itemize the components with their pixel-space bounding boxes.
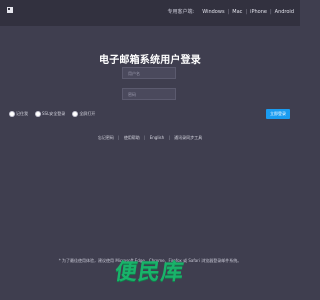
radio-icon[interactable] (10, 112, 14, 116)
client-mac-link[interactable]: Mac (232, 9, 242, 15)
fullscreen-label: 全屏打开 (79, 111, 96, 116)
contacts-sync-link[interactable]: 通讯录同步工具 (174, 135, 202, 140)
login-button[interactable]: 立即登录 (266, 109, 290, 119)
radio-icon[interactable] (73, 112, 78, 116)
client-windows-link[interactable]: Windows (202, 9, 224, 15)
clients-label: 专用客户端: (167, 9, 195, 15)
ssl-login-option[interactable]: SSL安全登录 (36, 111, 65, 117)
top-bar: 专用客户端: Windows | Mac | iPhone | Android (0, 0, 300, 26)
help-link[interactable]: 使用帮助 (124, 135, 140, 140)
fullscreen-option[interactable]: 全屏打开 (73, 111, 95, 117)
watermark-text: 便民库 (113, 260, 187, 285)
password-input[interactable] (122, 88, 176, 100)
username-input[interactable] (122, 67, 176, 79)
client-downloads: 专用客户端: Windows | Mac | iPhone | Android (167, 8, 294, 16)
ssl-login-label: SSL安全登录 (42, 111, 66, 116)
page-title: 电子邮箱系统用户登录 (99, 55, 201, 66)
client-android-link[interactable]: Android (275, 9, 294, 15)
forgot-password-link[interactable]: 忘记密码 (98, 135, 114, 140)
remember-me-label: 记住我 (16, 111, 28, 116)
client-iphone-link[interactable]: iPhone (250, 9, 267, 15)
radio-icon[interactable] (36, 112, 40, 116)
login-options: 记住我 SSL安全登录 全屏打开 (10, 111, 95, 117)
remember-me-option[interactable]: 记住我 (10, 111, 28, 117)
logo-icon (7, 7, 13, 13)
english-link[interactable]: English (150, 135, 164, 140)
watermark-logo: 便民库 (0, 260, 300, 285)
footer-links: 忘记密码 | 使用帮助 | English | 通讯录同步工具 (97, 135, 203, 140)
